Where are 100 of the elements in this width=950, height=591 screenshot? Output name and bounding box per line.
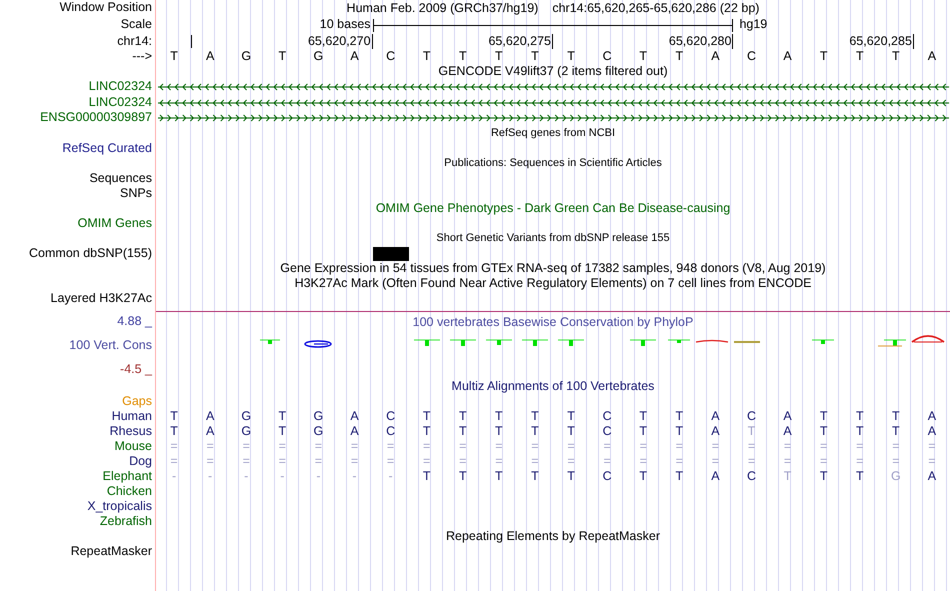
alignment-base: T	[494, 468, 504, 484]
alignment-base: =	[530, 438, 540, 454]
alignment-base: G	[890, 468, 902, 484]
alignment-base: T	[854, 408, 865, 424]
species-label: X_tropicalis	[87, 498, 152, 512]
sequence-base: A	[349, 49, 360, 64]
track-label[interactable]: Layered H3K27Ac	[50, 290, 152, 304]
alignment-base: =	[855, 438, 864, 454]
scale-length: 10 bases	[318, 17, 372, 33]
alignment-base: =	[278, 454, 287, 468]
alignment-base: =	[746, 438, 756, 454]
alignment-base: T	[530, 408, 540, 424]
alignment-base: T	[638, 424, 648, 438]
alignment-base: =	[674, 438, 684, 454]
alignment-base: T	[530, 468, 540, 484]
gene-label[interactable]: LINC02324	[88, 79, 152, 93]
gene-label[interactable]: ENSG00000309897	[40, 110, 152, 124]
sequence-base: T	[458, 49, 468, 64]
alignment-base: T	[674, 408, 684, 424]
track-label[interactable]: Sequences	[89, 170, 152, 184]
alignment-base: T	[854, 468, 865, 484]
track-label[interactable]: OMIM Genes	[78, 216, 152, 230]
alignment-base: =	[782, 454, 792, 468]
track-label[interactable]: SNPs	[120, 186, 152, 200]
alignment-base: T	[674, 424, 684, 438]
track-label[interactable]: RefSeq Curated	[62, 140, 152, 154]
alignment-base: =	[386, 454, 396, 468]
track-label: chr14:	[117, 34, 152, 48]
alignment-base: T	[422, 468, 432, 484]
alignment-base: =	[710, 454, 720, 468]
alignment-base: T	[638, 408, 648, 424]
alignment-base: A	[349, 408, 360, 424]
sequence-base: T	[854, 49, 865, 64]
alignment-base: A	[782, 424, 793, 438]
alignment-base: =	[927, 454, 937, 468]
alignment-base: -	[279, 468, 286, 484]
alignment-base: =	[855, 454, 864, 468]
alignment-base: =	[819, 454, 828, 468]
sequence-base: T	[494, 49, 504, 64]
alignment-base: A	[926, 468, 938, 484]
track-label[interactable]: Common dbSNP(155)	[29, 246, 152, 260]
alignment-base: C	[602, 408, 613, 424]
species-label: Rhesus	[110, 424, 152, 438]
species-label: Human	[112, 408, 152, 422]
alignment-base: T	[566, 408, 576, 424]
alignment-base: =	[314, 454, 324, 468]
sequence-base: T	[566, 49, 576, 64]
alignment-base: T	[169, 424, 179, 438]
alignment-base: G	[240, 408, 252, 424]
alignment-base: =	[638, 438, 648, 454]
alignment-base: =	[169, 454, 179, 468]
sequence-base: G	[312, 49, 324, 64]
alignment-base: G	[240, 424, 252, 438]
track-title: Multiz Alignments of 100 Vertebrates	[452, 378, 654, 394]
track-title: OMIM Gene Phenotypes - Dark Green Can Be Disease-causing	[376, 200, 730, 216]
alignment-base: =	[891, 454, 901, 468]
alignment-base: T	[277, 424, 288, 438]
alignment-base: A	[710, 408, 721, 424]
track-label[interactable]: RepeatMasker	[70, 544, 152, 558]
track-title: Short Genetic Variants from dbSNP release 155	[436, 230, 670, 246]
track-title: 100 vertebrates Basewise Conservation by PhyloP	[412, 314, 694, 330]
alignment-base: =	[422, 438, 432, 454]
alignment-base: T	[566, 468, 576, 484]
alignment-base: C	[385, 408, 396, 424]
sequence-base: T	[169, 49, 179, 64]
gene-strand-line[interactable]	[158, 84, 950, 90]
track-title: Gene Expression in 54 tissues from GTEx RNA-seq of 17382 samples, 948 donors (V8, Aug 2019)	[280, 260, 826, 276]
sequence-base: A	[204, 49, 216, 64]
alignment-base: T	[746, 424, 756, 438]
alignment-base: =	[566, 454, 576, 468]
alignment-base: =	[891, 438, 901, 454]
gene-strand-line[interactable]	[158, 99, 950, 106]
alignment-base: =	[314, 438, 324, 454]
alignment-base: =	[819, 438, 828, 454]
alignment-base: =	[458, 438, 468, 454]
alignment-base: =	[169, 438, 179, 454]
alignment-base: G	[312, 424, 324, 438]
ruler-coordinate: 65,620,285	[733, 34, 914, 49]
alignment-base: T	[422, 424, 432, 438]
track-label[interactable]: 100 Vert. Cons	[0, 338, 152, 352]
sequence-base: T	[674, 49, 684, 64]
alignment-base: -	[243, 468, 250, 484]
gene-label[interactable]: LINC02324	[88, 94, 152, 108]
alignment-base: C	[746, 408, 757, 424]
alignment-base: =	[566, 438, 576, 454]
variant-block[interactable]	[372, 246, 409, 260]
alignment-base: T	[782, 468, 792, 484]
sequence-base: C	[602, 49, 613, 64]
sequence-base: T	[530, 49, 540, 64]
alignment-base: A	[349, 424, 360, 438]
species-label: Mouse	[114, 438, 152, 452]
alignment-base: T	[891, 408, 901, 424]
alignment-base: C	[746, 468, 757, 484]
alignment-base: T	[494, 408, 504, 424]
alignment-base: =	[350, 438, 360, 454]
track-title: H3K27Ac Mark (Often Found Near Active Regulatory Elements) on 7 cell lines from ENCODE	[294, 276, 812, 290]
alignment-base: A	[926, 408, 938, 424]
track-title: Repeating Elements by RepeatMasker	[446, 528, 660, 544]
alignment-base: T	[458, 424, 468, 438]
gene-strand-line[interactable]	[158, 114, 950, 122]
